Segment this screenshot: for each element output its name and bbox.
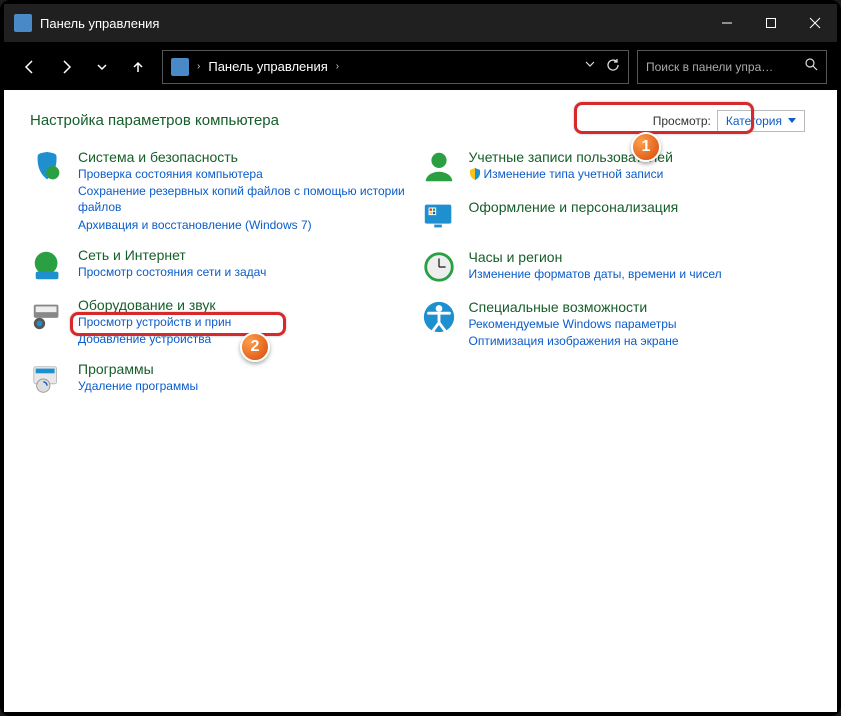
category-programs: Программы Удаление программы: [30, 361, 421, 397]
task-link[interactable]: Просмотр устройств и прин: [78, 314, 231, 330]
category-appearance: Оформление и персонализация: [421, 199, 812, 235]
address-bar[interactable]: › Панель управления ›: [162, 50, 629, 84]
page-title: Настройка параметров компьютера: [30, 112, 279, 129]
ease-of-access-icon: [421, 299, 457, 335]
shield-icon: [469, 168, 481, 180]
task-link[interactable]: Архивация и восстановление (Windows 7): [78, 217, 421, 233]
system-security-icon: [30, 149, 66, 185]
titlebar: Панель управления: [4, 4, 837, 42]
recent-dropdown-button[interactable]: [86, 51, 118, 83]
viewby-dropdown[interactable]: Категория: [717, 110, 805, 132]
category-link[interactable]: Программы: [78, 361, 198, 377]
category-hardware-sound: Оборудование и звук Просмотр устройств и…: [30, 297, 421, 347]
task-link[interactable]: Проверка состояния компьютера: [78, 166, 421, 182]
category-link[interactable]: Часы и регион: [469, 249, 722, 265]
programs-icon: [30, 361, 66, 397]
appearance-icon: [421, 199, 457, 235]
task-link[interactable]: Удаление программы: [78, 378, 198, 394]
category-network: Сеть и Интернет Просмотр состояния сети …: [30, 247, 421, 283]
breadcrumb-sep: ›: [336, 61, 339, 72]
category-link[interactable]: Оборудование и звук: [78, 297, 231, 313]
breadcrumb-item[interactable]: Панель управления: [208, 59, 327, 74]
window-title: Панель управления: [40, 16, 159, 31]
content-area: Настройка параметров компьютера Просмотр…: [4, 90, 837, 712]
clock-region-icon: [421, 249, 457, 285]
back-button[interactable]: [14, 51, 46, 83]
search-box[interactable]: [637, 50, 827, 84]
maximize-button[interactable]: [749, 4, 793, 42]
minimize-button[interactable]: [705, 4, 749, 42]
up-button[interactable]: [122, 51, 154, 83]
user-accounts-icon: [421, 149, 457, 185]
task-link[interactable]: Просмотр состояния сети и задач: [78, 264, 266, 280]
forward-button[interactable]: [50, 51, 82, 83]
task-link[interactable]: Добавление устройства: [78, 331, 231, 347]
close-button[interactable]: [793, 4, 837, 42]
search-icon[interactable]: [804, 57, 818, 76]
category-link[interactable]: Система и безопасность: [78, 149, 421, 165]
category-link[interactable]: Специальные возможности: [469, 299, 679, 315]
navbar: › Панель управления ›: [4, 42, 837, 90]
category-system-security: Система и безопасность Проверка состояни…: [30, 149, 421, 233]
search-input[interactable]: [646, 60, 804, 74]
hardware-sound-icon: [30, 297, 66, 333]
task-link[interactable]: Изменение форматов даты, времени и чисел: [469, 266, 722, 282]
annotation-badge-2: 2: [240, 332, 270, 362]
network-icon: [30, 247, 66, 283]
breadcrumb-root-icon: [171, 58, 189, 76]
viewby-value: Категория: [726, 114, 782, 128]
category-link[interactable]: Сеть и Интернет: [78, 247, 266, 263]
breadcrumb-sep: ›: [197, 61, 200, 72]
task-link[interactable]: Рекомендуемые Windows параметры: [469, 316, 679, 332]
refresh-icon[interactable]: [606, 58, 620, 75]
category-link[interactable]: Оформление и персонализация: [469, 199, 679, 215]
task-link[interactable]: Изменение типа учетной записи: [469, 166, 673, 182]
address-dropdown-icon[interactable]: [584, 58, 596, 75]
app-icon: [14, 14, 32, 32]
category-clock-region: Часы и регион Изменение форматов даты, в…: [421, 249, 812, 285]
category-ease-of-access: Специальные возможности Рекомендуемые Wi…: [421, 299, 812, 349]
annotation-badge-1: 1: [631, 132, 661, 162]
task-link[interactable]: Сохранение резервных копий файлов с помо…: [78, 183, 421, 215]
viewby-label: Просмотр:: [653, 114, 711, 128]
view-by-control: Просмотр: Категория: [653, 110, 805, 132]
chevron-down-icon: [788, 118, 796, 124]
task-link[interactable]: Оптимизация изображения на экране: [469, 333, 679, 349]
category-user-accounts: Учетные записи пользователей Изменение т…: [421, 149, 812, 185]
